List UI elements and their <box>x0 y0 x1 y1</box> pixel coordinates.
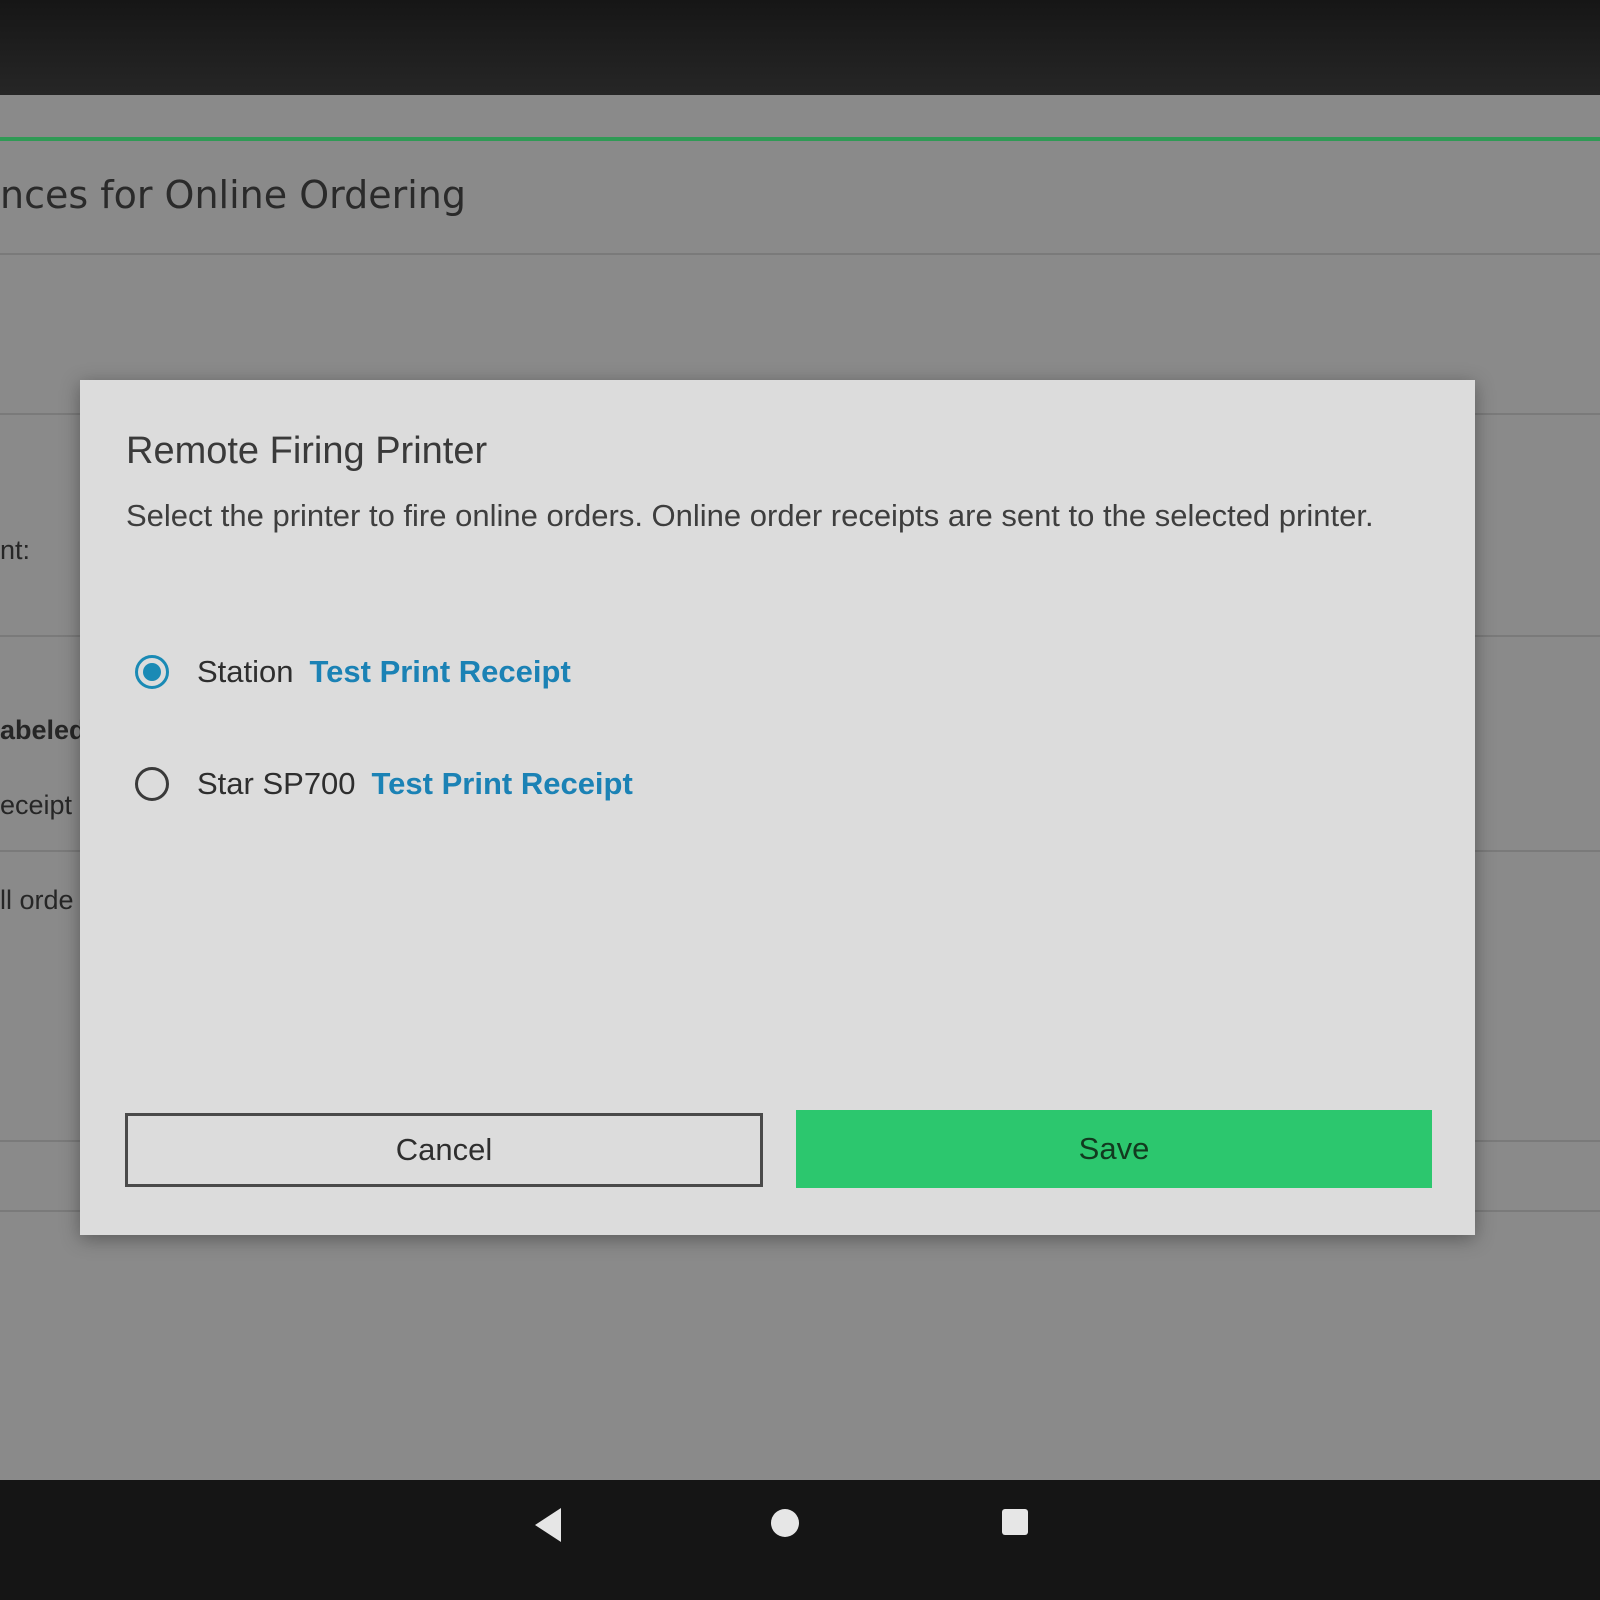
radio-selected-icon[interactable] <box>135 655 169 689</box>
printer-name: Station <box>197 654 294 689</box>
radio-dot <box>143 663 161 681</box>
dialog-title: Remote Firing Printer <box>126 430 488 472</box>
background-label: nt: <box>0 535 31 565</box>
app-screen: nces for Online Ordering nt: abeled ecei… <box>0 95 1600 1480</box>
test-print-receipt-link[interactable]: Test Print Receipt <box>372 766 633 802</box>
android-navigation-bar <box>0 1480 1600 1600</box>
device-bezel-top <box>0 0 1600 95</box>
printer-name: Star SP700 <box>197 766 356 801</box>
remote-firing-printer-dialog: Remote Firing Printer Select the printer… <box>80 380 1475 1235</box>
test-print-receipt-link[interactable]: Test Print Receipt <box>310 654 571 690</box>
background-label: ll orde <box>0 885 74 915</box>
save-button[interactable]: Save <box>796 1110 1432 1188</box>
printer-option-star-sp700[interactable]: Star SP700 Test Print Receipt <box>135 754 633 814</box>
radio-unselected-icon[interactable] <box>135 767 169 801</box>
recent-apps-icon[interactable] <box>1002 1509 1028 1535</box>
page-title: nces for Online Ordering <box>0 173 466 217</box>
home-icon[interactable] <box>771 1509 799 1537</box>
dialog-description: Select the printer to fire online orders… <box>126 498 1374 533</box>
background-label: abeled <box>0 715 86 745</box>
header-accent-line <box>0 137 1600 141</box>
cancel-button[interactable]: Cancel <box>125 1113 763 1187</box>
printer-option-station[interactable]: Station Test Print Receipt <box>135 642 571 702</box>
divider <box>0 253 1600 255</box>
background-label: eceipt <box>0 790 73 820</box>
back-icon[interactable] <box>535 1508 561 1542</box>
